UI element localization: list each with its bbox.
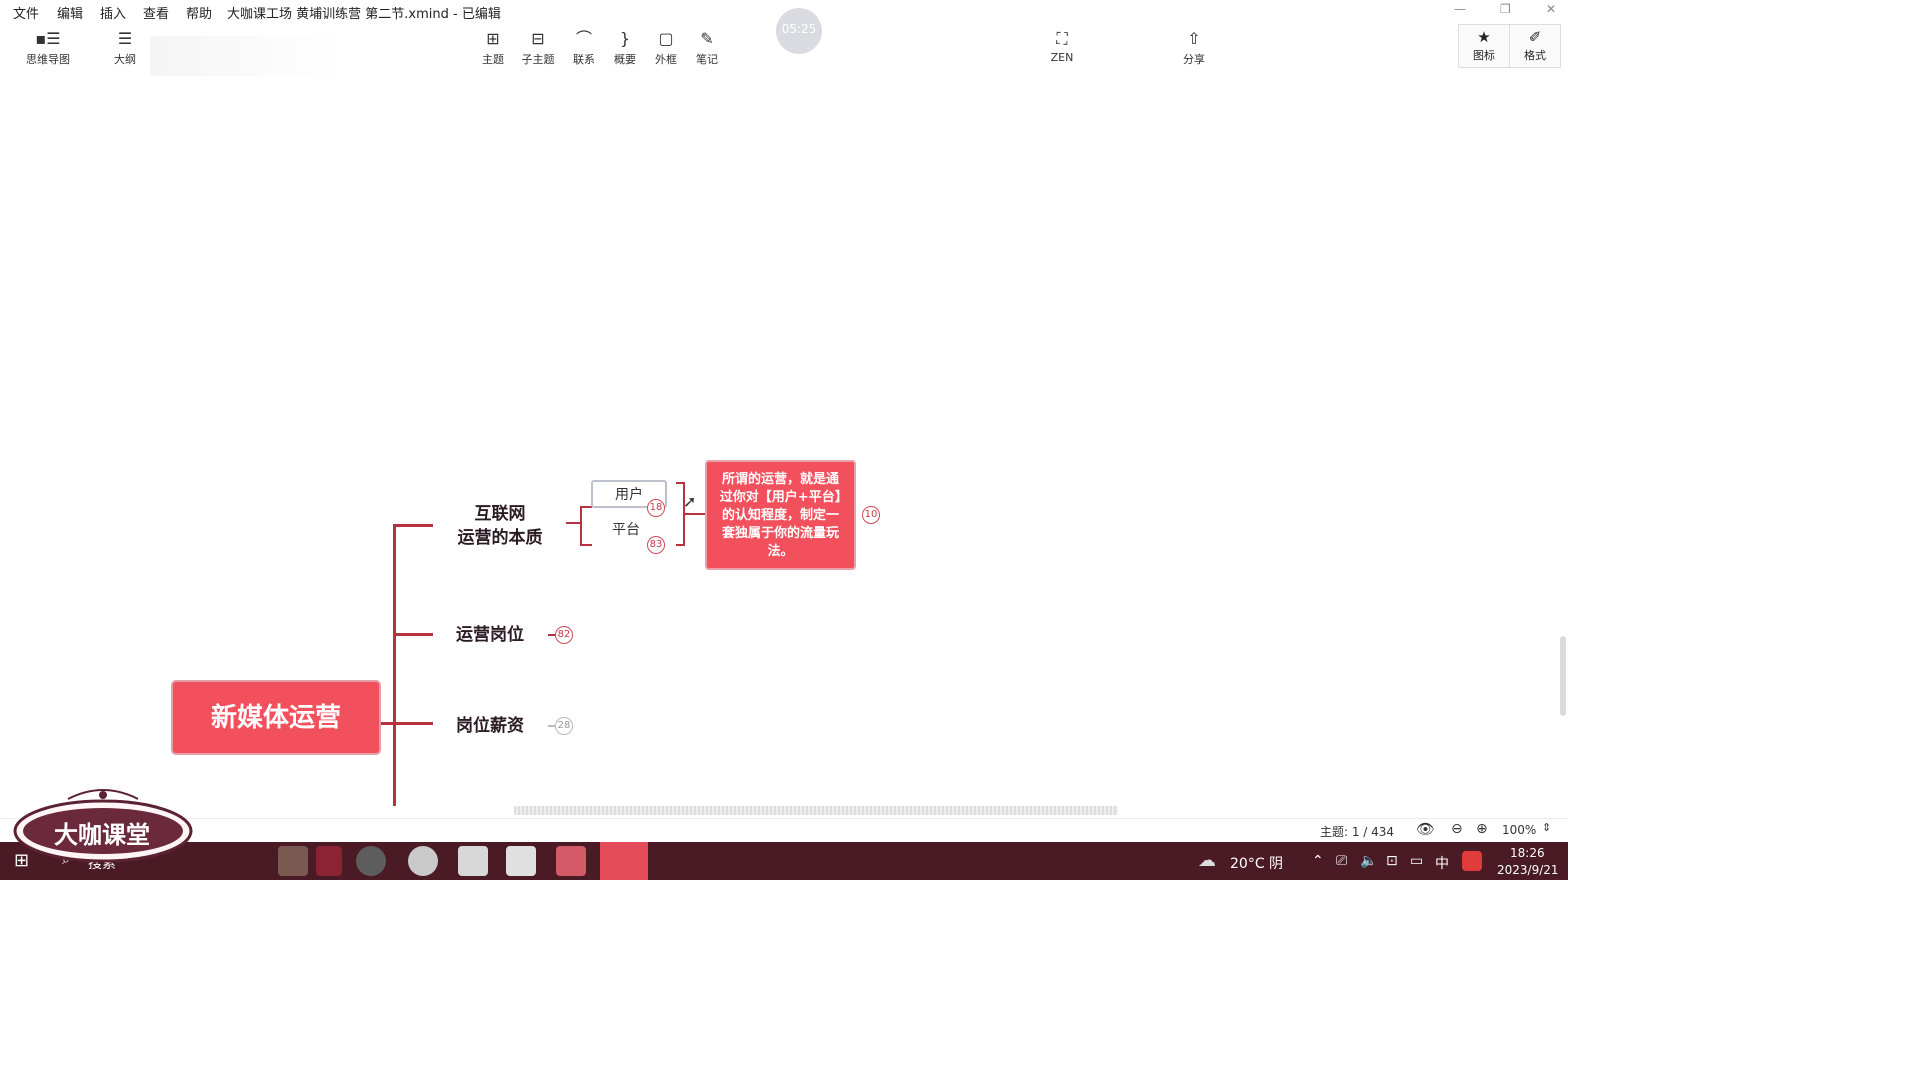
horizontal-scrollbar[interactable] (514, 806, 1118, 815)
menu-view[interactable]: 查看 (143, 3, 169, 22)
taskbar-app-image[interactable] (278, 846, 308, 876)
taskbar-app-editor[interactable] (506, 846, 536, 876)
sogou-input-icon[interactable] (1462, 851, 1482, 871)
format-panel-button[interactable]: ✐ 格式 (1509, 24, 1561, 68)
topic-label-line2: 运营的本质 (457, 528, 543, 548)
ime-indicator[interactable]: 中 (1435, 853, 1449, 873)
mindmap-icon: ▪☰ (35, 29, 61, 48)
zen-button[interactable]: ⛶ ZEN (1044, 28, 1080, 72)
fullscreen-icon: ⛶ (1056, 29, 1068, 48)
taskbar-app-xmind-active[interactable] (600, 842, 648, 880)
share-button[interactable]: ⇧ 分享 (1176, 28, 1212, 72)
menu-help[interactable]: 帮助 (186, 3, 212, 22)
collapse-count-badge[interactable]: 82 (555, 626, 573, 644)
zoom-out-icon[interactable]: ⊖ (1451, 821, 1463, 837)
topic-position-salary[interactable]: 岗位薪资 (440, 714, 540, 738)
chevron-up-icon[interactable]: ⌃ (1312, 853, 1324, 869)
taskbar-app-notes[interactable] (458, 846, 488, 876)
minimize-icon[interactable]: — (1454, 2, 1466, 16)
volume-icon[interactable]: 🔈 (1360, 853, 1377, 869)
window-title: 大咖课工场 黄埔训练营 第二节.xmind - 已编辑 (227, 7, 501, 22)
xmind-window: 文件 编辑 插入 查看 帮助 大咖课工场 黄埔训练营 第二节.xmind - 已… (0, 0, 1568, 880)
relationship-icon: ⌒ (575, 29, 592, 48)
subtopic-button[interactable]: ⊟ 子主题 (517, 28, 559, 72)
taskbar-app-chrome[interactable] (408, 846, 438, 876)
zoom-in-icon[interactable]: ⊕ (1476, 821, 1488, 837)
zoom-level[interactable]: 100% (1502, 823, 1536, 837)
topic-label-line1: 互联网 (474, 504, 526, 524)
menu-edit[interactable]: 编辑 (57, 3, 83, 22)
topic-button[interactable]: ⊞ 主题 (475, 28, 511, 72)
outline-view-button[interactable]: ☰ 大纲 (103, 28, 147, 72)
taskbar-app-books[interactable] (316, 846, 342, 876)
boundary-icon: ▢ (658, 29, 674, 48)
note-button[interactable]: ✎ 笔记 (689, 28, 725, 72)
main-trunk-line (393, 524, 396, 806)
vertical-scrollbar[interactable] (1560, 636, 1566, 716)
branch2-connector (393, 633, 433, 636)
recording-timer: 05:25 (776, 8, 822, 54)
collapse-count-badge[interactable]: 83 (647, 536, 665, 554)
menu-file[interactable]: 文件 (13, 3, 39, 22)
star-icon: ★ (1477, 28, 1491, 46)
topic-counter: 主题: 1 / 434 (1320, 825, 1395, 839)
sub-connector-user (580, 506, 592, 508)
battery-icon[interactable]: ▭ (1410, 853, 1423, 869)
restore-icon[interactable]: ❐ (1500, 2, 1511, 16)
summary-button[interactable]: } 概要 (607, 28, 643, 72)
windows-taskbar: ⊞ ⌕ 搜索 ☁ 20°C 阴 ⌃ ⎚ 🔈 ⊡ ▭ 中 18:26 2023/9… (0, 842, 1568, 880)
clock-time[interactable]: 18:26 (1510, 846, 1545, 860)
clock-date[interactable]: 2023/9/21 (1497, 863, 1559, 877)
summary-topic-note[interactable]: 所谓的运营，就是通过你对【用户+平台】的认知程度，制定一套独属于你的流量玩法。 (705, 460, 856, 570)
collapse-count-badge[interactable]: 28 (555, 717, 573, 735)
topic-operation-positions[interactable]: 运营岗位 (440, 623, 540, 647)
subtopic-icon: ⊟ (531, 29, 545, 48)
icons-panel-button[interactable]: ★ 图标 (1458, 24, 1510, 68)
taskbar-app-folder[interactable] (556, 846, 586, 876)
weather-label[interactable]: 20°C 阴 (1230, 853, 1283, 873)
collapse-count-badge[interactable]: 10 (862, 506, 880, 524)
relationship-button[interactable]: ⌒ 联系 (566, 28, 602, 72)
upload-icon: ⇧ (1187, 29, 1201, 48)
sub-connector-vertical (580, 506, 582, 546)
topic-icon: ⊞ (486, 29, 500, 48)
summary-brace-icon: } (619, 29, 631, 48)
watermark-logo: 大咖课堂 (8, 785, 198, 867)
pencil-icon: ✎ (700, 29, 714, 48)
collapse-count-badge[interactable]: 18 (647, 499, 665, 517)
menu-insert[interactable]: 插入 (100, 3, 126, 22)
summary-bracket-link (684, 513, 705, 515)
network-icon[interactable]: ⎚ (1336, 853, 1347, 869)
taskbar-app-disc[interactable] (356, 846, 386, 876)
central-topic[interactable]: 新媒体运营 (171, 680, 381, 755)
mindmap-view-button[interactable]: ▪☰ 思维导图 (22, 28, 74, 72)
eye-icon[interactable]: 👁 (1416, 820, 1435, 838)
branch1-connector (393, 524, 433, 527)
close-icon[interactable]: ✕ (1546, 2, 1556, 16)
mouse-cursor-icon: ➚ (683, 492, 697, 511)
blurred-overlay (150, 36, 340, 76)
notification-icon[interactable]: ⊡ (1386, 853, 1398, 869)
summary-bracket-bottom (676, 544, 684, 546)
branch3-connector (381, 722, 433, 725)
watermark-text: 大咖课堂 (54, 821, 150, 849)
zoom-stepper-icon[interactable]: ⇕ (1542, 821, 1551, 834)
status-bar: 主题: 1 / 434 👁 ⊖ ⊕ 100% ⇕ (0, 818, 1568, 842)
summary-bracket-top (676, 482, 684, 484)
outline-icon: ☰ (117, 29, 133, 48)
boundary-button[interactable]: ▢ 外框 (648, 28, 684, 72)
topic-internet-operation-essence[interactable]: 互联网 运营的本质 (440, 502, 560, 550)
brush-icon: ✐ (1528, 28, 1542, 46)
cloud-icon: ☁ (1198, 850, 1216, 871)
